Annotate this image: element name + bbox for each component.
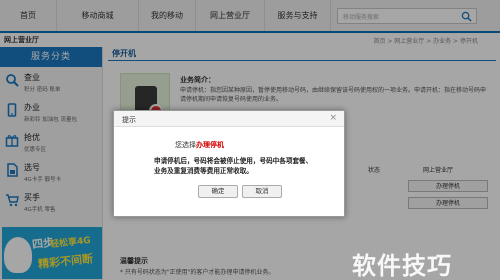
watermark: 软件技巧 [352,252,452,280]
ok-button[interactable]: 确定 [198,185,238,198]
dialog-title: 提示 [122,116,136,124]
dialog-header: 提示 × [114,111,344,127]
dialog-message: 申请停机后，号码将会被停止使用，号码中各项套餐、业务及重复消费等费用正常收取。 [154,157,313,175]
cancel-button[interactable]: 取消 [242,185,282,198]
close-icon[interactable]: × [329,113,337,123]
selected-action: 办理停机 [196,141,224,149]
confirm-dialog: 提示 × 您选择办理停机 申请停机后，号码将会被停止使用，号码中各项套餐、业务及… [113,110,345,217]
selection-prefix: 您选择 [175,141,196,149]
dialog-selection-line: 您选择办理停机 [175,140,224,150]
